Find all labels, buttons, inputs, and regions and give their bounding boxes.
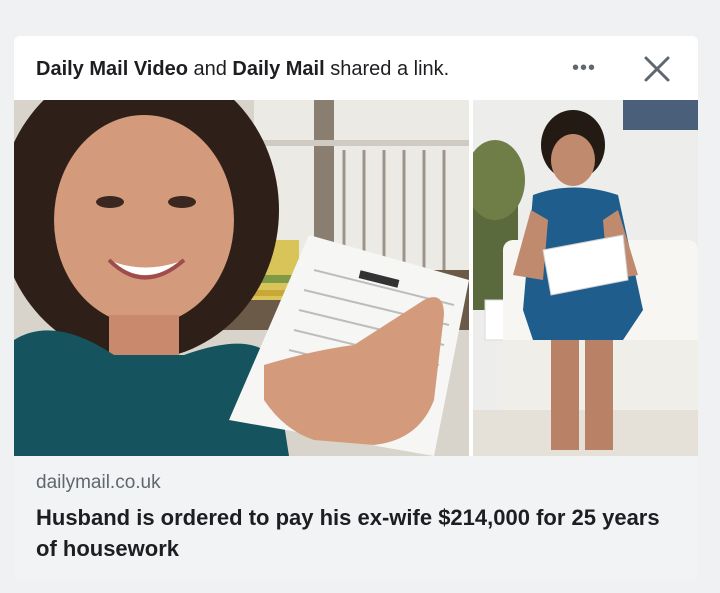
close-icon [644, 56, 670, 82]
actor-2-link[interactable]: Daily Mail [232, 58, 324, 80]
link-headline[interactable]: Husband is ordered to pay his ex-wife $2… [36, 502, 686, 564]
post-header: Daily Mail Video and Daily Mail shared a… [14, 36, 698, 100]
link-preview-images[interactable] [14, 100, 698, 456]
link-domain: dailymail.co.uk [36, 472, 161, 493]
link-preview-caption[interactable]: dailymail.co.uk Husband is ordered to pa… [14, 456, 698, 580]
preview-photo-right [473, 100, 698, 456]
more-options-button[interactable]: ••• [566, 58, 602, 78]
conjunction: and [193, 58, 227, 80]
action-text: shared a link. [330, 58, 450, 80]
preview-photo-left [14, 100, 469, 456]
post-card: Daily Mail Video and Daily Mail shared a… [14, 36, 698, 580]
share-text: Daily Mail Video and Daily Mail shared a… [36, 58, 449, 81]
actor-1-link[interactable]: Daily Mail Video [36, 58, 188, 80]
close-button[interactable] [640, 52, 674, 86]
